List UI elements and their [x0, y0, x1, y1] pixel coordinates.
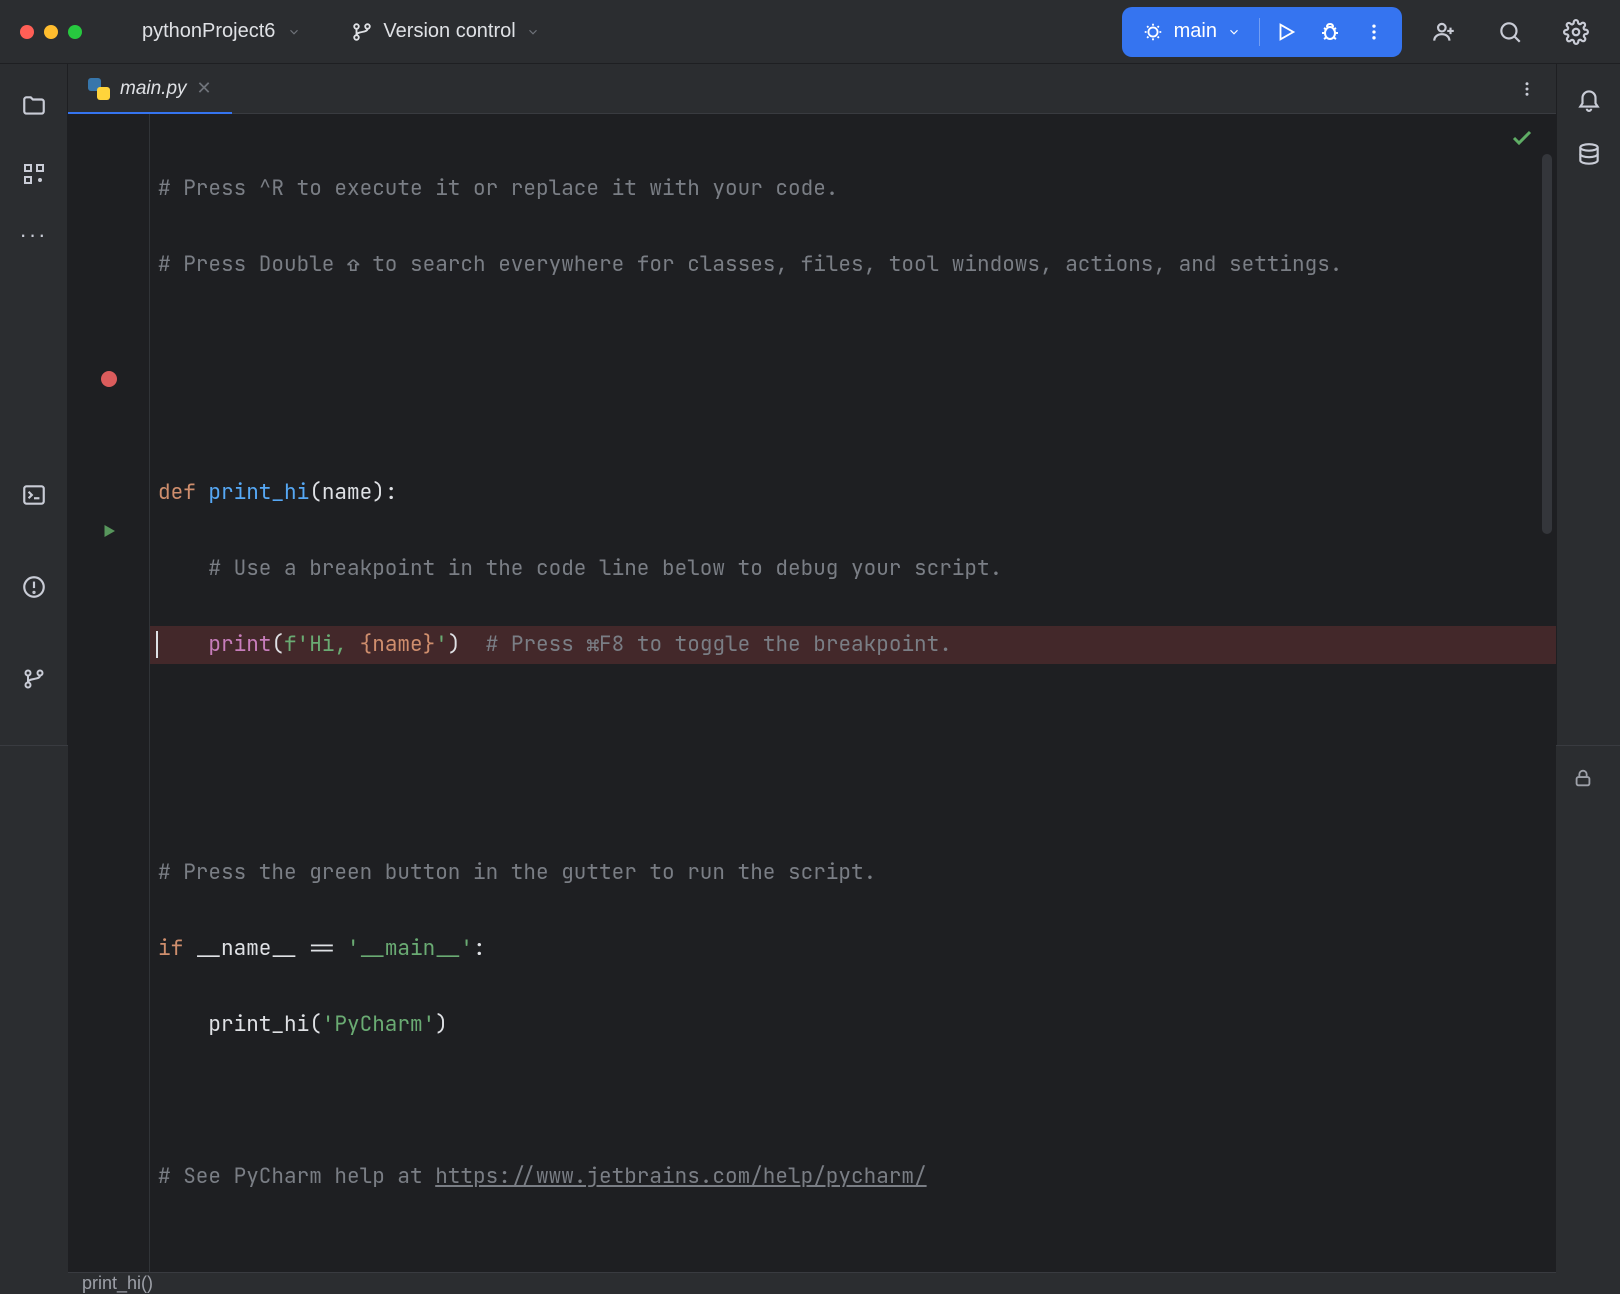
- version-control-menu[interactable]: Version control: [351, 20, 539, 43]
- run-configuration-selector[interactable]: main: [1128, 20, 1255, 43]
- run-line-marker[interactable]: [68, 512, 149, 550]
- database-tool-button[interactable]: [1576, 142, 1602, 168]
- tab-main-py[interactable]: main.py ✕: [68, 64, 232, 114]
- titlebar: pythonProject6 Version control main: [0, 0, 1620, 64]
- tab-filename: main.py: [120, 78, 187, 100]
- git-tool-button[interactable]: [14, 659, 54, 699]
- chevron-down-icon: [526, 25, 540, 39]
- run-more-button[interactable]: [1352, 10, 1396, 54]
- editor-tabs: main.py ✕: [68, 64, 1556, 114]
- terminal-tool-button[interactable]: [14, 475, 54, 515]
- notifications-tool-button[interactable]: [1576, 86, 1602, 112]
- run-toolbar: main: [1122, 7, 1402, 57]
- vcs-label: Version control: [383, 20, 515, 43]
- left-tool-rail: ···: [0, 64, 68, 745]
- branch-icon: [351, 21, 373, 43]
- editor-gutter[interactable]: [68, 114, 150, 1272]
- minimize-window-button[interactable]: [44, 25, 58, 39]
- readonly-toggle-icon[interactable]: [1572, 767, 1594, 789]
- chevron-down-icon: [287, 25, 301, 39]
- close-tab-icon[interactable]: ✕: [197, 78, 212, 99]
- maximize-window-button[interactable]: [68, 25, 82, 39]
- chevron-down-icon: [1227, 25, 1241, 39]
- code-editor[interactable]: # Press ^R to execute it or replace it w…: [68, 114, 1556, 1272]
- bug-cog-icon: [1142, 21, 1164, 43]
- window-controls: [20, 25, 82, 39]
- project-selector[interactable]: pythonProject6: [142, 20, 301, 43]
- tabs-more-button[interactable]: [1518, 80, 1536, 98]
- right-tool-rail: [1556, 64, 1620, 745]
- project-name: pythonProject6: [142, 20, 275, 43]
- breakpoint-marker[interactable]: [68, 360, 149, 398]
- search-button[interactable]: [1486, 8, 1534, 56]
- python-file-icon: [88, 78, 110, 100]
- close-window-button[interactable]: [20, 25, 34, 39]
- inspection-status-icon[interactable]: [1510, 126, 1534, 150]
- problems-tool-button[interactable]: [14, 567, 54, 607]
- code-content[interactable]: # Press ^R to execute it or replace it w…: [150, 114, 1556, 1272]
- run-button[interactable]: [1264, 10, 1308, 54]
- more-tools-button[interactable]: ···: [20, 222, 48, 248]
- editor-area: main.py ✕ # Press ^R to execute it or re…: [68, 64, 1556, 745]
- debug-button[interactable]: [1308, 10, 1352, 54]
- structure-tool-button[interactable]: [14, 154, 54, 194]
- project-tool-button[interactable]: [14, 86, 54, 126]
- run-config-name: main: [1174, 20, 1217, 43]
- code-with-me-button[interactable]: [1420, 8, 1468, 56]
- settings-button[interactable]: [1552, 8, 1600, 56]
- editor-scrollbar[interactable]: [1542, 154, 1552, 534]
- breadcrumb[interactable]: print_hi(): [68, 1272, 1556, 1294]
